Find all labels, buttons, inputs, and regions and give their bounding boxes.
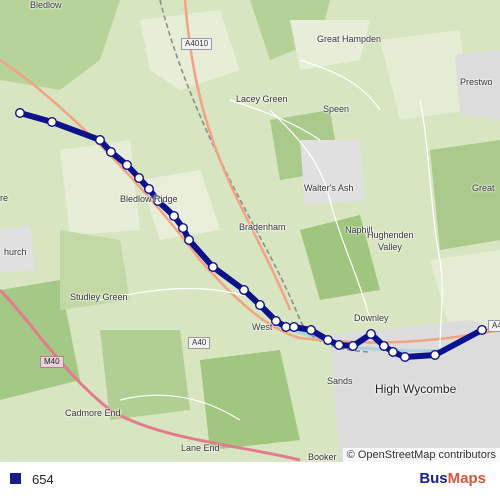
map-attribution[interactable]: © OpenStreetMap contributors (342, 448, 500, 462)
place-label: Bradenham (239, 222, 286, 232)
bus-stop-marker[interactable] (271, 316, 282, 327)
bus-stop-marker[interactable] (289, 322, 300, 333)
road-shield: A4010 (181, 38, 213, 50)
brand-maps-text: Maps (447, 470, 486, 487)
road-shield: A40 (188, 337, 211, 349)
bus-stop-marker[interactable] (348, 341, 359, 352)
bus-stop-marker[interactable] (254, 300, 265, 311)
place-label: Cadmore End (65, 408, 121, 418)
place-label: Booker (308, 452, 337, 462)
bus-stop-marker[interactable] (323, 335, 334, 346)
bus-stop-marker[interactable] (94, 134, 105, 145)
place-label: Great (472, 183, 495, 193)
bus-stop-marker[interactable] (400, 352, 411, 363)
bus-stop-marker[interactable] (183, 234, 194, 245)
road-shield: A4 (488, 320, 500, 332)
place-label: Prestwo (460, 77, 493, 87)
bus-stop-marker[interactable] (238, 285, 249, 296)
bus-stop-marker[interactable] (14, 107, 26, 118)
busmaps-logo[interactable]: BusMaps (419, 470, 486, 487)
place-label: High Wycombe (375, 382, 457, 396)
bus-stop-marker[interactable] (105, 146, 116, 157)
bus-stop-marker[interactable] (379, 341, 390, 352)
place-label: Studley Green (70, 292, 128, 302)
bus-stop-marker[interactable] (133, 172, 144, 183)
place-label: Bledlow Ridge (120, 194, 178, 204)
place-label: Lane End (181, 443, 220, 453)
bus-stop-marker[interactable] (430, 350, 441, 361)
place-label: Speen (323, 104, 350, 114)
place-label: Sands (327, 376, 353, 386)
place-label: Walter's Ash (304, 183, 354, 193)
bus-stop-marker[interactable] (477, 325, 488, 336)
place-label: Downley (354, 313, 389, 323)
bus-stop-marker[interactable] (47, 116, 58, 127)
place-label: re (0, 193, 9, 203)
bus-stop-marker[interactable] (306, 325, 317, 336)
place-label: Great Hampden (317, 34, 382, 44)
bus-stop-marker[interactable] (388, 347, 399, 358)
route-number-label[interactable]: 654 (32, 472, 54, 487)
place-label: Bledlow (30, 0, 62, 10)
route-color-swatch (10, 473, 21, 484)
bus-stop-marker[interactable] (177, 222, 188, 233)
bus-stop-marker[interactable] (334, 340, 345, 351)
place-label: Valley (378, 242, 402, 252)
place-label: Lacey Green (236, 94, 288, 104)
bus-stop-marker[interactable] (121, 159, 132, 170)
road-shield: M40 (40, 356, 64, 368)
place-label: Hughenden (367, 230, 414, 240)
place-label: hurch (4, 247, 27, 257)
bus-stop-marker[interactable] (143, 183, 154, 194)
map[interactable]: Bledlow Great Hampden Prestwo Lacey Green Sp… (0, 0, 500, 462)
bus-stop-marker[interactable] (207, 262, 218, 273)
place-label: West (252, 322, 273, 332)
bus-stop-marker[interactable] (366, 329, 377, 340)
bus-stop-marker[interactable] (168, 210, 179, 221)
brand-bus-text: Bus (419, 470, 448, 487)
